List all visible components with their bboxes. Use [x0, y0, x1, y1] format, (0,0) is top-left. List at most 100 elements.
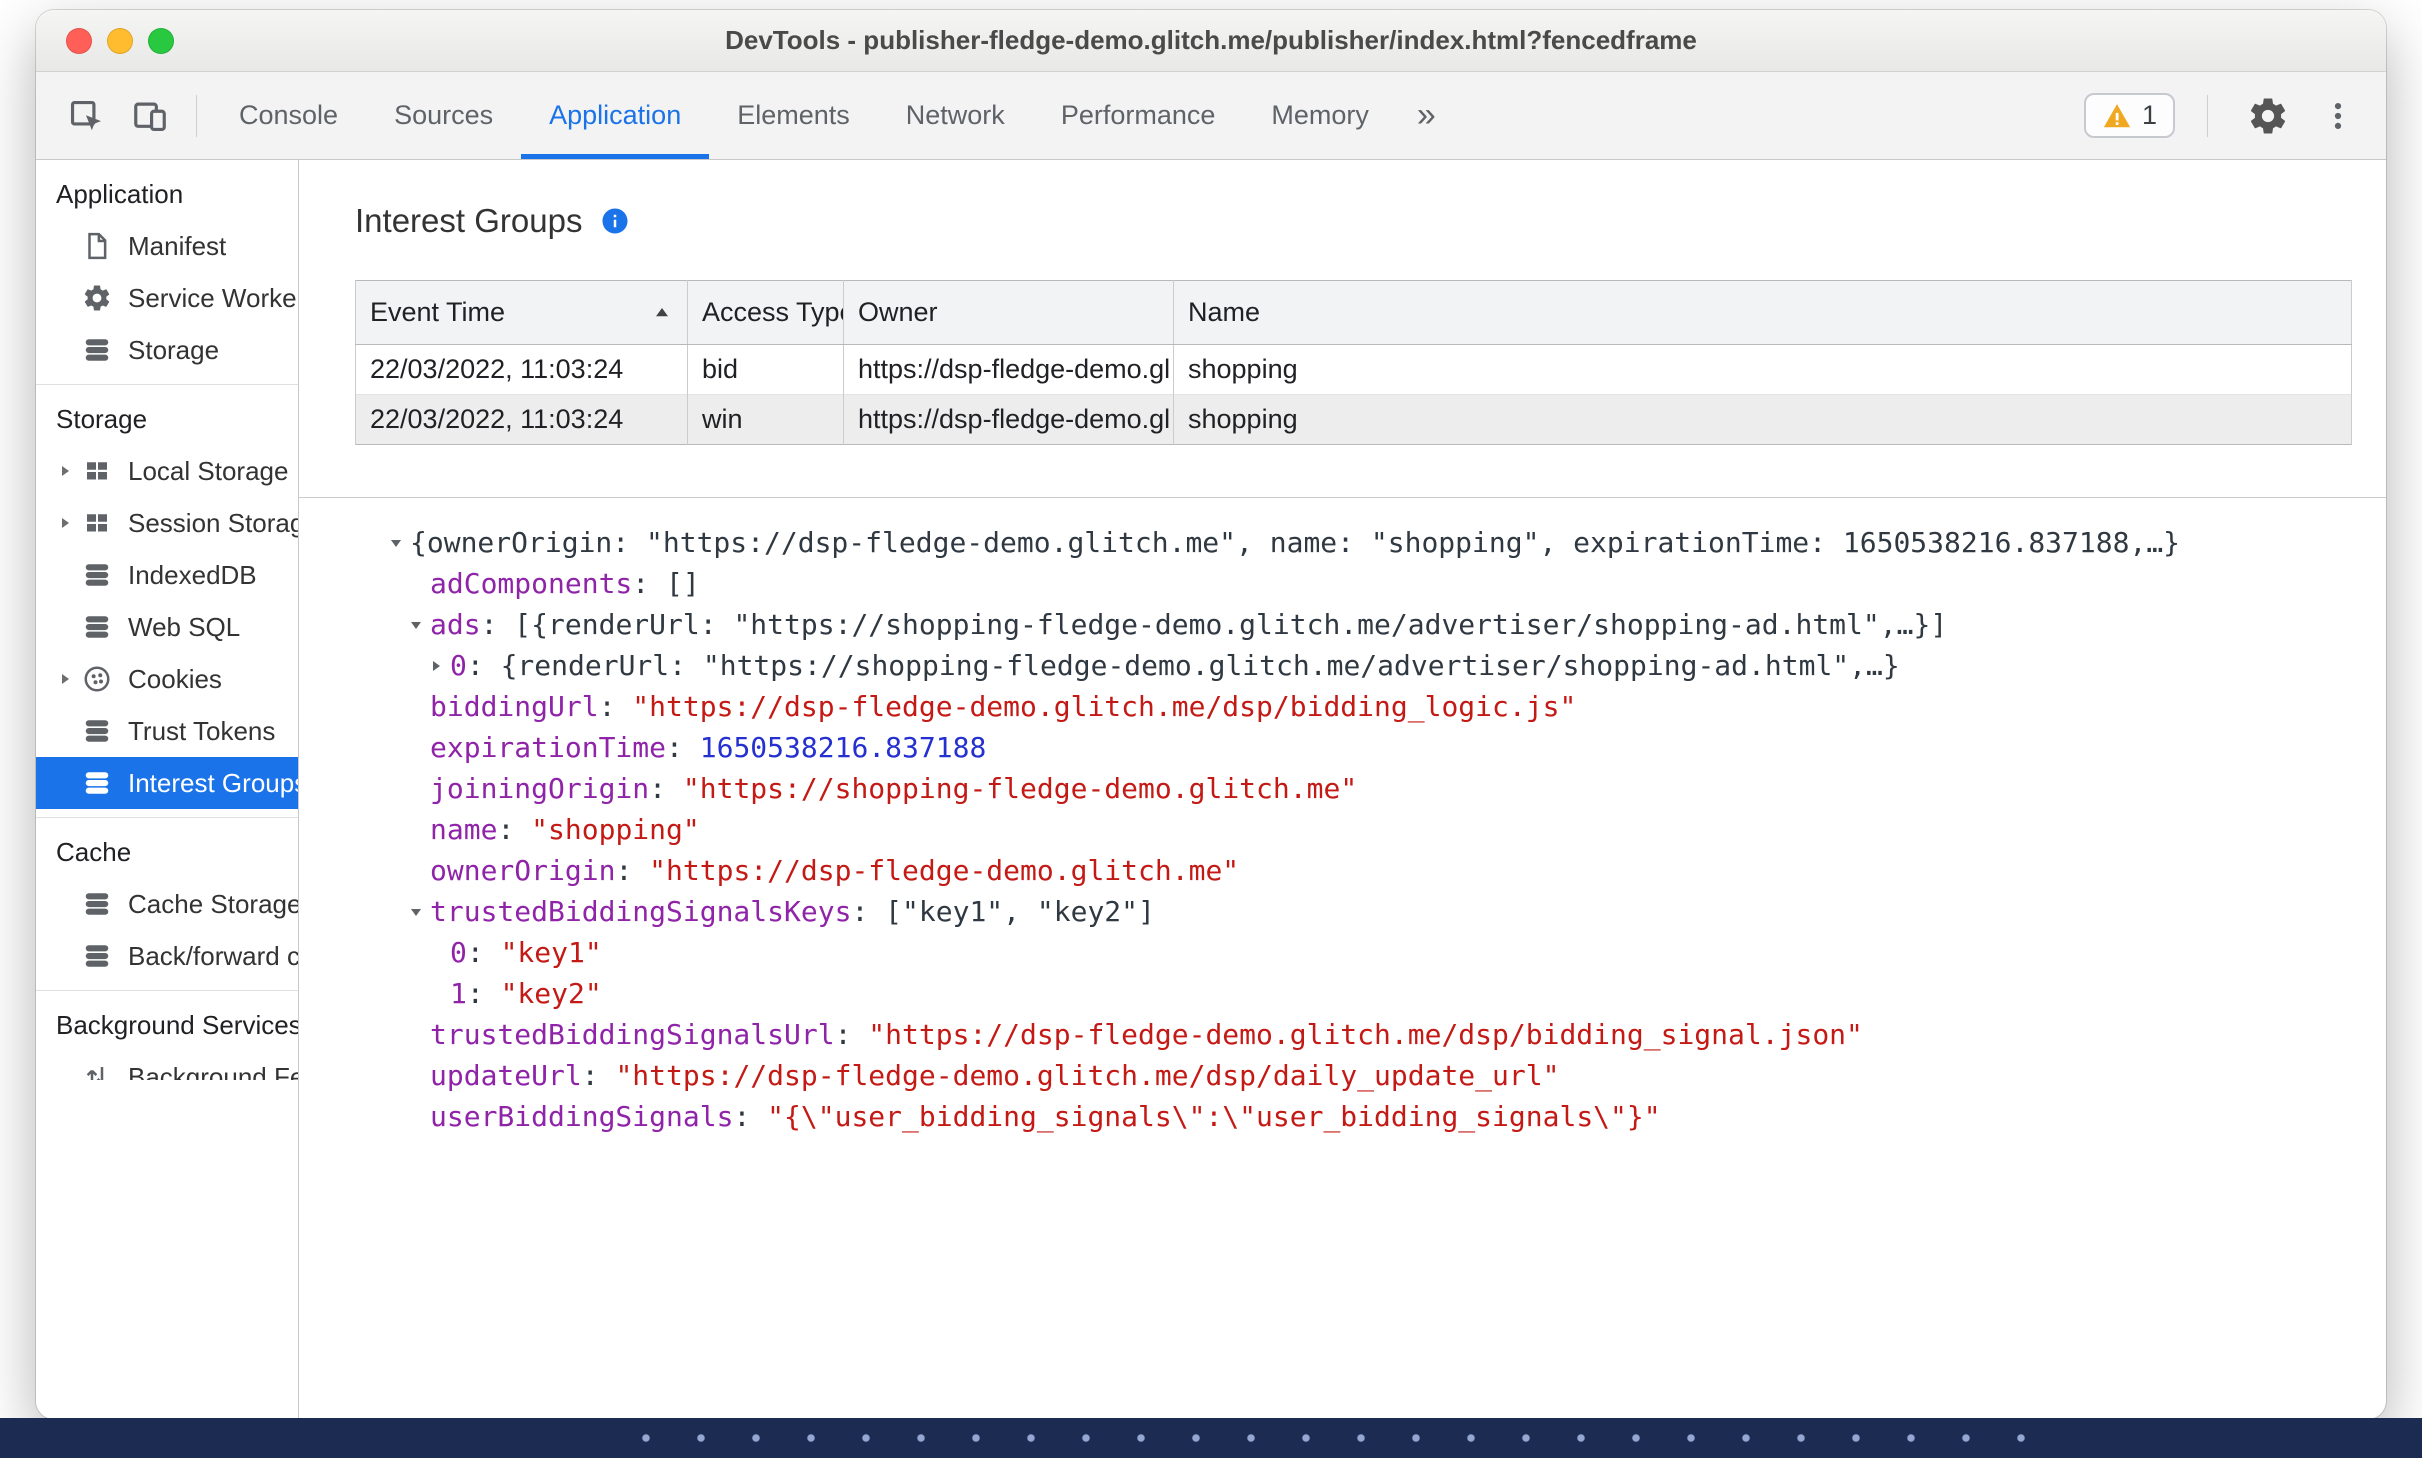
- tab-sources[interactable]: Sources: [366, 72, 521, 159]
- json-tree-line: trustedBiddingSignalsUrl: "https://dsp-f…: [388, 1014, 2386, 1055]
- column-header-label: Owner: [858, 297, 938, 327]
- database-icon: [80, 558, 114, 592]
- json-tree-line: userBiddingSignals: "{\"user_bidding_sig…: [388, 1096, 2386, 1137]
- table-cell: 22/03/2022, 11:03:24: [355, 344, 688, 395]
- titlebar: DevTools - publisher-fledge-demo.glitch.…: [36, 10, 2386, 72]
- tab-network[interactable]: Network: [878, 72, 1033, 159]
- json-key-segment: name: [430, 813, 498, 846]
- sidebar-section-title: Storage: [56, 403, 148, 434]
- json-plain-segment: :: [581, 1059, 616, 1092]
- issues-badge[interactable]: 1: [2083, 93, 2175, 138]
- zoom-button[interactable]: [148, 27, 174, 54]
- toolbar-left-icons: [36, 72, 211, 159]
- sidebar-item-manifest[interactable]: Manifest: [36, 220, 298, 272]
- sidebar-item-label: Trust Tokens: [128, 715, 276, 746]
- sidebar-item-session-storage[interactable]: Session Storage: [36, 497, 298, 549]
- device-toolbar-button[interactable]: [122, 88, 178, 144]
- sidebar-item-label: Background Fetch: [128, 1061, 298, 1081]
- json-tree-line: {ownerOrigin: "https://dsp-fledge-demo.g…: [388, 522, 2386, 563]
- expand-arrow-icon[interactable]: [428, 658, 450, 674]
- sidebar-section-cache: Cache Cache Storage Back/forward cache: [36, 817, 298, 982]
- database-icon: [80, 714, 114, 748]
- cookie-icon: [80, 662, 114, 696]
- json-key-segment: trustedBiddingSignalsKeys: [430, 895, 852, 928]
- table-cell: 22/03/2022, 11:03:24: [355, 394, 688, 445]
- json-tree-line: 1: "key2": [388, 973, 2386, 1014]
- background-dots-pattern: [640, 1432, 2030, 1444]
- table-cell: https://dsp-fledge-demo.gl…: [843, 394, 1174, 445]
- column-header-label: Name: [1188, 297, 1261, 327]
- column-header-event-time[interactable]: Event Time: [355, 280, 688, 345]
- application-sidebar: Application Manifest Service Workers Storag…: [36, 160, 299, 1419]
- json-tree-line: ownerOrigin: "https://dsp-fledge-demo.gl…: [388, 850, 2386, 891]
- json-plain-segment: : ["key1", "key2"]: [851, 895, 1155, 928]
- sidebar-item-web-sql[interactable]: Web SQL: [36, 601, 298, 653]
- sidebar-item-local-storage[interactable]: Local Storage: [36, 445, 298, 497]
- minimize-button[interactable]: [107, 27, 133, 54]
- json-plain-segment: :: [598, 690, 633, 723]
- info-icon[interactable]: [600, 206, 630, 236]
- collapse-arrow-icon[interactable]: [408, 904, 430, 920]
- json-key-segment: biddingUrl: [430, 690, 599, 723]
- tab-console[interactable]: Console: [211, 72, 366, 159]
- more-options-button[interactable]: [2318, 88, 2358, 144]
- issues-count: 1: [2141, 100, 2157, 130]
- table-body: 22/03/2022, 11:03:24 bid https://dsp-fledg…: [355, 344, 2352, 445]
- collapse-arrow-icon[interactable]: [408, 617, 430, 633]
- sidebar-item-back-forward-cache[interactable]: Back/forward cache: [36, 930, 298, 982]
- json-key-segment: expirationTime: [430, 731, 667, 764]
- sidebar-item-trust-tokens[interactable]: Trust Tokens: [36, 705, 298, 757]
- panel-tabs: Console Sources Application Elements Network…: [211, 72, 1397, 159]
- json-plain-segment: :: [666, 731, 700, 764]
- tab-application[interactable]: Application: [521, 72, 710, 159]
- table-row[interactable]: 22/03/2022, 11:03:24 bid https://dsp-fledg…: [355, 344, 2352, 395]
- json-key-segment: ownerOrigin: [430, 854, 616, 887]
- table-cell: win: [687, 394, 844, 445]
- page-title: Interest Groups: [355, 202, 583, 239]
- warning-icon: [2102, 101, 2132, 131]
- inspect-element-button[interactable]: [58, 88, 114, 144]
- column-header-name[interactable]: Name: [1173, 280, 2352, 345]
- json-plain-segment: : {renderUrl: "https://shopping-fledge-d…: [466, 649, 1900, 682]
- json-plain-segment: :: [466, 977, 501, 1010]
- json-key-segment: adComponents: [430, 567, 633, 600]
- json-string-segment: "https://shopping-fledge-demo.glitch.me": [682, 772, 1358, 805]
- tab-performance[interactable]: Performance: [1033, 72, 1244, 159]
- expand-arrow-icon[interactable]: [50, 515, 80, 531]
- sidebar-item-interest-groups[interactable]: Interest Groups: [36, 757, 298, 809]
- expand-arrow-icon[interactable]: [50, 463, 80, 479]
- interest-groups-table: Event Time Access Type Owner Name 22/03/202…: [355, 280, 2352, 445]
- expand-arrow-icon[interactable]: [50, 671, 80, 687]
- column-header-owner[interactable]: Owner: [843, 280, 1174, 345]
- fetch-icon: [80, 1060, 114, 1080]
- tab-elements[interactable]: Elements: [709, 72, 878, 159]
- json-plain-segment: :: [733, 1100, 768, 1133]
- json-key-segment: 1: [450, 977, 467, 1010]
- database-icon: [80, 610, 114, 644]
- sidebar-item-storage[interactable]: Storage: [36, 324, 298, 376]
- more-tabs-button[interactable]: »: [1397, 72, 1456, 159]
- details-split-divider[interactable]: [299, 497, 2386, 498]
- settings-gear-icon[interactable]: [2240, 88, 2296, 144]
- json-tree-line: 0: {renderUrl: "https://shopping-fledge-…: [388, 645, 2386, 686]
- sidebar-item-background-fetch[interactable]: Background Fetch: [36, 1051, 298, 1080]
- tab-memory[interactable]: Memory: [1243, 72, 1397, 159]
- sidebar-item-cache-storage[interactable]: Cache Storage: [36, 878, 298, 930]
- database-icon: [80, 333, 114, 367]
- json-plain-segment: {ownerOrigin: "https://dsp-fledge-demo.g…: [410, 526, 2181, 559]
- toolbar-divider: [2207, 94, 2208, 137]
- column-header-access-type[interactable]: Access Type: [687, 280, 844, 345]
- collapse-arrow-icon[interactable]: [388, 535, 410, 551]
- table-row[interactable]: 22/03/2022, 11:03:24 win https://dsp-fledg…: [355, 394, 2352, 445]
- sidebar-item-label: Back/forward cache: [128, 940, 298, 971]
- sidebar-item-indexeddb[interactable]: IndexedDB: [36, 549, 298, 601]
- sidebar-item-cookies[interactable]: Cookies: [36, 653, 298, 705]
- table-cell: shopping: [1173, 344, 2352, 395]
- close-button[interactable]: [66, 27, 92, 54]
- sidebar-item-service-workers[interactable]: Service Workers: [36, 272, 298, 324]
- json-plain-segment: :: [649, 772, 683, 805]
- sidebar-section-title: Cache: [56, 836, 132, 867]
- json-plain-segment: :: [615, 854, 650, 887]
- json-number-segment: 1650538216.837188: [699, 731, 987, 764]
- json-tree-line: name: "shopping": [388, 809, 2386, 850]
